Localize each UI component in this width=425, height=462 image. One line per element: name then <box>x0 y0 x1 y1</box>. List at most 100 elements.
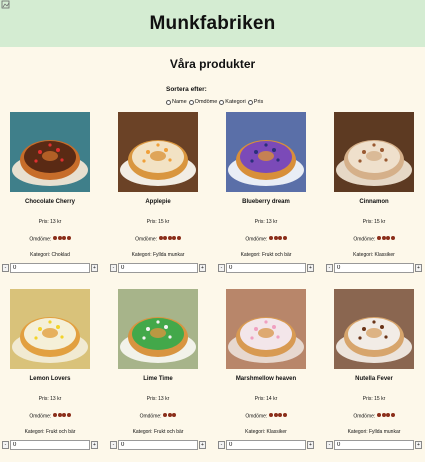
product-rating: Omdöme: <box>6 236 94 242</box>
product-category: Kategori: Frukt och bär <box>24 429 76 436</box>
quantity-stepper: - + <box>110 263 206 274</box>
decrease-button[interactable]: - <box>2 264 9 273</box>
donut-rating-icon <box>381 236 386 240</box>
broken-image-icon <box>1 0 10 9</box>
rating-label: Omdöme: <box>135 236 158 243</box>
quantity-input[interactable] <box>334 263 414 274</box>
sort-controls: Sortera efter: Name Omdöme Kategori Pris <box>166 86 366 105</box>
increase-button[interactable]: + <box>415 264 422 273</box>
radio-icon[interactable] <box>247 99 253 105</box>
donut-rating-icon <box>377 236 382 240</box>
increase-button[interactable]: + <box>307 264 314 273</box>
donut-rating-icon <box>282 236 287 240</box>
decrease-button[interactable]: - <box>218 441 225 450</box>
product-rating: Omdöme: <box>6 413 94 419</box>
quantity-input[interactable] <box>118 263 198 274</box>
donut-rating-icon <box>62 413 67 417</box>
rating-donut-icons <box>53 236 71 242</box>
donut-rating-icon <box>278 236 283 240</box>
quantity-stepper: - + <box>2 263 98 274</box>
quantity-stepper: - + <box>326 440 422 451</box>
decrease-button[interactable]: - <box>218 264 225 273</box>
donut-rating-icon <box>176 236 181 240</box>
product-rating: Omdöme: <box>330 413 418 419</box>
increase-button[interactable]: + <box>91 441 98 450</box>
rating-label: Omdöme: <box>353 236 376 243</box>
product-name: Cinnamon <box>359 199 389 205</box>
increase-button[interactable]: + <box>307 441 314 450</box>
rating-donut-icons <box>53 413 71 419</box>
product-card: Nutella Fever Pris: 15 kr Omdöme: Katego… <box>326 289 422 451</box>
donut-rating-icon <box>282 413 287 417</box>
sort-option-price[interactable]: Pris <box>247 99 263 105</box>
quantity-stepper: - + <box>2 440 98 451</box>
quantity-input[interactable] <box>10 263 90 274</box>
quantity-input[interactable] <box>10 440 90 451</box>
decrease-button[interactable]: - <box>326 264 333 273</box>
quantity-stepper: - + <box>218 263 314 274</box>
radio-icon[interactable] <box>188 99 194 105</box>
product-name: Lime Time <box>143 376 173 382</box>
sort-label: Sortera efter: <box>166 86 207 93</box>
sort-option-rating[interactable]: Omdöme <box>188 99 217 105</box>
rating-label: Omdöme: <box>245 413 268 420</box>
quantity-input[interactable] <box>226 440 306 451</box>
rating-label: Omdöme: <box>139 413 162 420</box>
sort-option-category[interactable]: Kategori <box>219 99 246 105</box>
quantity-stepper: - + <box>218 440 314 451</box>
product-card: Cinnamon Pris: 15 kr Omdöme: Kategori: K… <box>326 112 422 274</box>
rating-donut-icons <box>377 236 395 242</box>
rating-donut-icons <box>269 236 287 242</box>
quantity-input[interactable] <box>226 263 306 274</box>
donut-rating-icon <box>167 413 172 417</box>
increase-button[interactable]: + <box>91 264 98 273</box>
donut-rating-icon <box>386 236 391 240</box>
decrease-button[interactable]: - <box>2 441 9 450</box>
product-price: Pris: 13 kr <box>146 396 170 402</box>
radio-icon[interactable] <box>166 99 171 105</box>
product-rating: Omdöme: <box>222 413 310 419</box>
nutella-donut-image <box>334 289 414 369</box>
decrease-button[interactable]: - <box>110 441 117 450</box>
cinnamon-donut-image <box>334 112 414 192</box>
donut-rating-icon <box>57 413 62 417</box>
donut-rating-icon <box>390 413 395 417</box>
product-price: Pris: 15 kr <box>362 219 386 225</box>
increase-button[interactable]: + <box>199 264 206 273</box>
product-category: Kategori: Fyllda munkar <box>347 429 401 436</box>
sort-option-name[interactable]: Name <box>166 99 187 105</box>
product-price: Pris: 13 kr <box>38 219 62 225</box>
product-category: Kategori: Fyllda munkar <box>131 252 185 259</box>
product-rating: Omdöme: <box>330 236 418 242</box>
product-price: Pris: 15 kr <box>362 396 386 402</box>
product-price: Pris: 13 kr <box>38 396 62 402</box>
donut-rating-icon <box>66 236 71 240</box>
donut-rating-icon <box>172 413 177 417</box>
product-price: Pris: 14 kr <box>254 396 278 402</box>
donut-rating-icon <box>53 236 58 240</box>
increase-button[interactable]: + <box>199 441 206 450</box>
donut-rating-icon <box>158 236 163 240</box>
decrease-button[interactable]: - <box>110 264 117 273</box>
product-card: Lemon Lovers Pris: 13 kr Omdöme: Kategor… <box>2 289 98 451</box>
product-rating: Omdöme: <box>114 413 202 419</box>
chocolate-cherry-donut-image <box>10 112 90 192</box>
donut-rating-icon <box>390 236 395 240</box>
product-category: Kategori: Frukt och bär <box>240 252 292 259</box>
donut-rating-icon <box>163 236 168 240</box>
increase-button[interactable]: + <box>415 441 422 450</box>
donut-rating-icon <box>273 413 278 417</box>
quantity-input[interactable] <box>118 440 198 451</box>
product-card: Marshmellow heaven Pris: 14 kr Omdöme: K… <box>218 289 314 451</box>
donut-rating-icon <box>269 413 274 417</box>
donut-rating-icon <box>163 413 168 417</box>
product-price: Pris: 13 kr <box>254 219 278 225</box>
product-rating: Omdöme: <box>222 236 310 242</box>
rating-label: Omdöme: <box>245 236 268 243</box>
product-card: Blueberry dream Pris: 13 kr Omdöme: Kate… <box>218 112 314 274</box>
decrease-button[interactable]: - <box>326 441 333 450</box>
rating-donut-icons <box>377 413 395 419</box>
quantity-input[interactable] <box>334 440 414 451</box>
product-card: Applepie Pris: 15 kr Omdöme: Kategori: F… <box>110 112 206 274</box>
radio-icon[interactable] <box>219 99 225 105</box>
